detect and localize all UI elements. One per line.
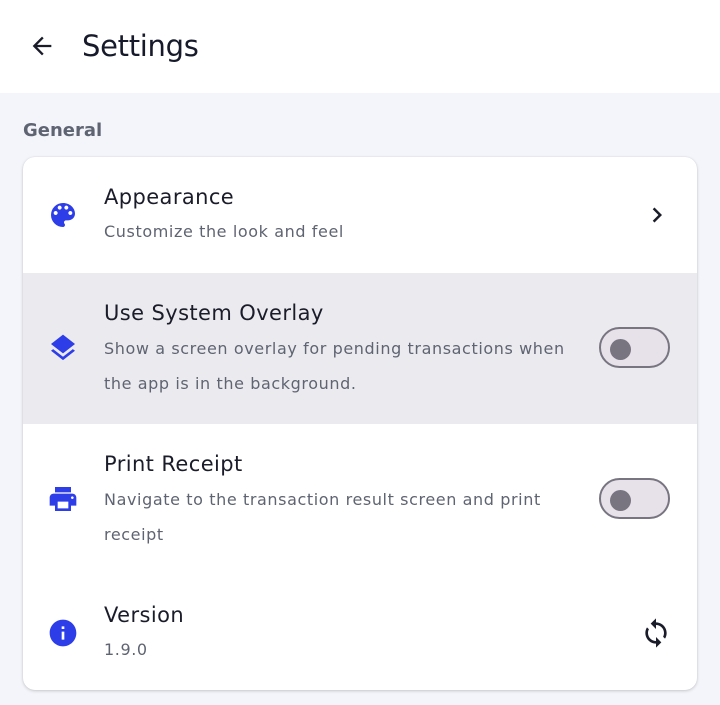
layers-icon <box>47 332 79 364</box>
settings-card: Appearance Customize the look and feel U… <box>23 157 697 690</box>
print-receipt-row[interactable]: Print Receipt Navigate to the transactio… <box>23 424 697 575</box>
print-receipt-subtitle: Navigate to the transaction result scree… <box>104 490 541 544</box>
version-value: 1.9.0 <box>104 640 148 659</box>
palette-icon <box>47 199 79 231</box>
info-icon <box>47 617 79 649</box>
sync-icon[interactable] <box>640 617 672 649</box>
system-overlay-subtitle: Show a screen overlay for pending transa… <box>104 339 565 393</box>
page-title: Settings <box>82 29 199 63</box>
print-receipt-title: Print Receipt <box>104 452 243 476</box>
toggle-thumb <box>610 490 631 511</box>
appearance-subtitle: Customize the look and feel <box>104 222 344 241</box>
system-overlay-title: Use System Overlay <box>104 301 324 325</box>
appearance-row[interactable]: Appearance Customize the look and feel <box>23 157 697 273</box>
chevron-right-icon <box>641 199 673 231</box>
app-bar: Settings <box>0 0 720 93</box>
arrow-back-icon <box>32 36 52 56</box>
toggle-thumb <box>610 339 631 360</box>
appearance-title: Appearance <box>104 185 235 209</box>
version-row: Version 1.9.0 <box>23 575 697 690</box>
printer-icon <box>47 483 79 515</box>
system-overlay-row[interactable]: Use System Overlay Show a screen overlay… <box>23 273 697 424</box>
back-button[interactable] <box>22 26 62 66</box>
system-overlay-toggle[interactable] <box>599 327 670 368</box>
version-title: Version <box>104 603 185 627</box>
section-header-general: General <box>23 120 103 141</box>
print-receipt-toggle[interactable] <box>599 478 670 519</box>
